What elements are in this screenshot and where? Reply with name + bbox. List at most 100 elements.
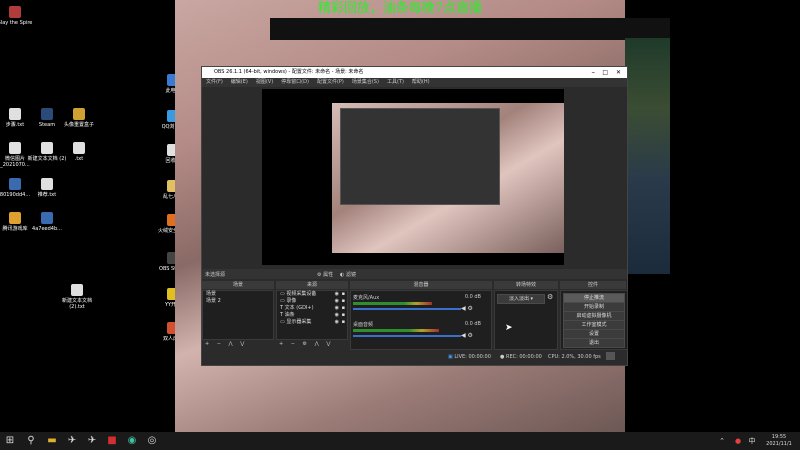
gear-icon[interactable]: ⚙ — [547, 293, 553, 301]
rec-time: REC: 00:00:00 — [505, 354, 542, 360]
source-label: 油条 — [284, 312, 295, 318]
lock-icon[interactable]: ▪ — [342, 319, 345, 326]
source-item[interactable]: ▭ 录像 ◉ ▪ — [277, 298, 347, 305]
search-icon[interactable]: ⚲ — [25, 435, 37, 447]
source-label: 文本 (GDI+) — [284, 305, 314, 311]
menu-item[interactable]: 编辑(E) — [231, 78, 248, 87]
rec-icon: ● — [500, 354, 505, 360]
no-source-label: 未选择源 — [205, 272, 226, 278]
sources-list[interactable]: ▭ 视频采集设备 ◉ ▪ ▭ 录像 ◉ ▪ T 文本 (GDI+) ◉ ▪ T 油条 ◉ ▪ ▭ 显示器… — [276, 290, 348, 340]
mixer-channel-db: 0.0 dB — [464, 321, 481, 327]
visibility-icon[interactable]: ◉ — [335, 319, 339, 326]
menu-item[interactable]: 配置文件(P) — [317, 78, 344, 87]
menu-item[interactable]: 文件(F) — [206, 78, 223, 87]
source-item[interactable]: T 油条 ◉ ▪ — [277, 312, 347, 319]
obs-title: OBS 26.1.1 (64-bit, windows) - 配置文件: 未命名… — [214, 69, 364, 75]
menu-item[interactable]: 场景集合(S) — [352, 78, 379, 87]
preview-capture — [332, 103, 564, 253]
preview-nested-capture — [340, 108, 500, 205]
obs-titlebar[interactable]: OBS 26.1.1 (64-bit, windows) - 配置文件: 未命名… — [202, 67, 627, 78]
visibility-icon[interactable]: ◉ — [335, 298, 339, 305]
menu-item[interactable]: 停靠窗口(D) — [281, 78, 309, 87]
tray-app-icon[interactable]: ● — [732, 435, 744, 447]
status-bar: ▣ LIVE: 00:00:00 ● REC: 00:00:00 CPU: 2.… — [202, 351, 627, 363]
scenes-list[interactable]: 场景 场景 2 — [202, 290, 274, 340]
speaker-icon[interactable]: ◀ ⚙ — [461, 332, 473, 339]
menu-item[interactable]: 视图(V) — [256, 78, 273, 87]
desktop-icon[interactable]: .txt — [58, 142, 100, 162]
lock-icon[interactable]: ▪ — [342, 312, 345, 319]
language-indicator[interactable]: 中 — [746, 435, 758, 447]
maximize-icon[interactable]: □ — [602, 67, 608, 78]
desktop-icon-label: 新建文本文档 (2).txt — [61, 298, 92, 310]
source-label: 视频采集设备 — [286, 291, 317, 297]
transition-select[interactable]: 淡入淡出 ▾ — [497, 294, 545, 304]
desktop-icon[interactable]: 头像重置盒子 — [58, 108, 100, 128]
tray-chevron-icon[interactable]: ⌃ — [716, 435, 728, 447]
properties-button[interactable]: ⚙ 属性 — [317, 271, 333, 278]
minimize-icon[interactable]: – — [592, 67, 596, 78]
status-indicator — [606, 352, 615, 360]
lock-icon[interactable]: ▪ — [342, 305, 345, 312]
desktop-app-icon — [9, 212, 21, 224]
desktop-icon[interactable]: 4a7eed4b... — [26, 212, 68, 232]
properties-label: 属性 — [323, 272, 334, 278]
cursor-icon: ➤ — [505, 323, 513, 333]
source-item[interactable]: T 文本 (GDI+) ◉ ▪ — [277, 305, 347, 312]
mixer-channel-db: 0.0 dB — [464, 294, 481, 300]
desktop-app-icon — [41, 178, 53, 190]
scene-item[interactable]: 场景 — [203, 291, 273, 298]
volume-slider[interactable] — [353, 308, 461, 310]
speaker-icon[interactable]: ◀ ⚙ — [461, 305, 473, 312]
lock-icon[interactable]: ▪ — [342, 298, 345, 305]
live-icon: ▣ — [448, 354, 453, 360]
obs-window[interactable]: OBS 26.1.1 (64-bit, windows) - 配置文件: 未命名… — [201, 66, 628, 366]
browser-icon[interactable]: ◉ — [126, 435, 138, 447]
menu-item[interactable]: 工具(T) — [387, 78, 404, 87]
source-label: 显示器采集 — [286, 319, 312, 325]
transitions-panel[interactable]: 淡入淡出 ▾ ⚙ — [494, 290, 558, 350]
app-icon[interactable]: ✈ — [66, 435, 78, 447]
taskbar: ⊞ ⚲ ▬ ✈ ✈ ■ ◉ ◎ ⌃ ● 中 19:55 2021/11/1 — [0, 432, 800, 450]
clock-time: 19:55 — [771, 434, 787, 440]
desktop-app-icon — [9, 6, 21, 18]
app-icon[interactable]: ■ — [106, 435, 118, 447]
obs-preview[interactable] — [262, 89, 564, 265]
source-controls[interactable]: + − ⚙ ⋀ ⋁ — [279, 341, 333, 347]
desktop-icon[interactable]: 推荐.txt — [26, 178, 68, 198]
mixer-panel-header: 混音器 — [350, 281, 492, 289]
live-time: LIVE: 00:00:00 — [454, 354, 491, 360]
close-icon[interactable]: ✕ — [616, 67, 621, 78]
desktop-app-icon — [9, 178, 21, 190]
rec-status: ● REC: 00:00:00 — [500, 354, 542, 360]
mixer-channel-name: 麦克风/Aux — [353, 295, 380, 301]
scenes-panel-header: 场景 — [202, 281, 274, 289]
transitions-panel-header: 转场特效 — [494, 281, 558, 289]
desktop-icon-label: 头像重置盒子 — [63, 122, 94, 128]
desktop-icon[interactable]: Slay the Spire — [0, 6, 36, 26]
visibility-icon[interactable]: ◉ — [335, 305, 339, 312]
menu-item[interactable]: 帮助(H) — [412, 78, 430, 87]
source-item[interactable]: ▭ 视频采集设备 ◉ ▪ — [277, 291, 347, 298]
source-item[interactable]: ▭ 显示器采集 ◉ ▪ — [277, 319, 347, 326]
windows-start-icon[interactable]: ⊞ — [4, 435, 16, 447]
desktop-app-icon — [9, 142, 21, 154]
visibility-icon[interactable]: ◉ — [335, 291, 339, 298]
volume-slider[interactable] — [353, 335, 461, 337]
game-window-top — [270, 18, 670, 40]
lock-icon[interactable]: ▪ — [342, 291, 345, 298]
file-explorer-icon[interactable]: ▬ — [46, 435, 58, 447]
scene-item[interactable]: 场景 2 — [203, 298, 273, 305]
clock[interactable]: 19:55 2021/11/1 — [762, 434, 796, 448]
scene-controls[interactable]: + − ⋀ ⋁ — [205, 341, 247, 347]
desktop-app-icon — [41, 212, 53, 224]
desktop-app-icon — [71, 284, 83, 296]
audio-mixer[interactable]: 麦克风/Aux 0.0 dB ◀ ⚙ 桌面音频 0.0 dB ◀ ⚙ — [350, 290, 492, 350]
app-icon[interactable]: ✈ — [86, 435, 98, 447]
visibility-icon[interactable]: ◉ — [335, 312, 339, 319]
control-button[interactable]: 退出 — [563, 338, 625, 348]
obs-taskbar-icon[interactable]: ◎ — [146, 435, 158, 447]
filters-button[interactable]: ◐ 滤镜 — [340, 271, 356, 278]
cpu-status: CPU: 2.0%, 30.00 fps — [548, 354, 601, 360]
desktop-icon[interactable]: 新建文本文档 (2).txt — [56, 284, 98, 310]
